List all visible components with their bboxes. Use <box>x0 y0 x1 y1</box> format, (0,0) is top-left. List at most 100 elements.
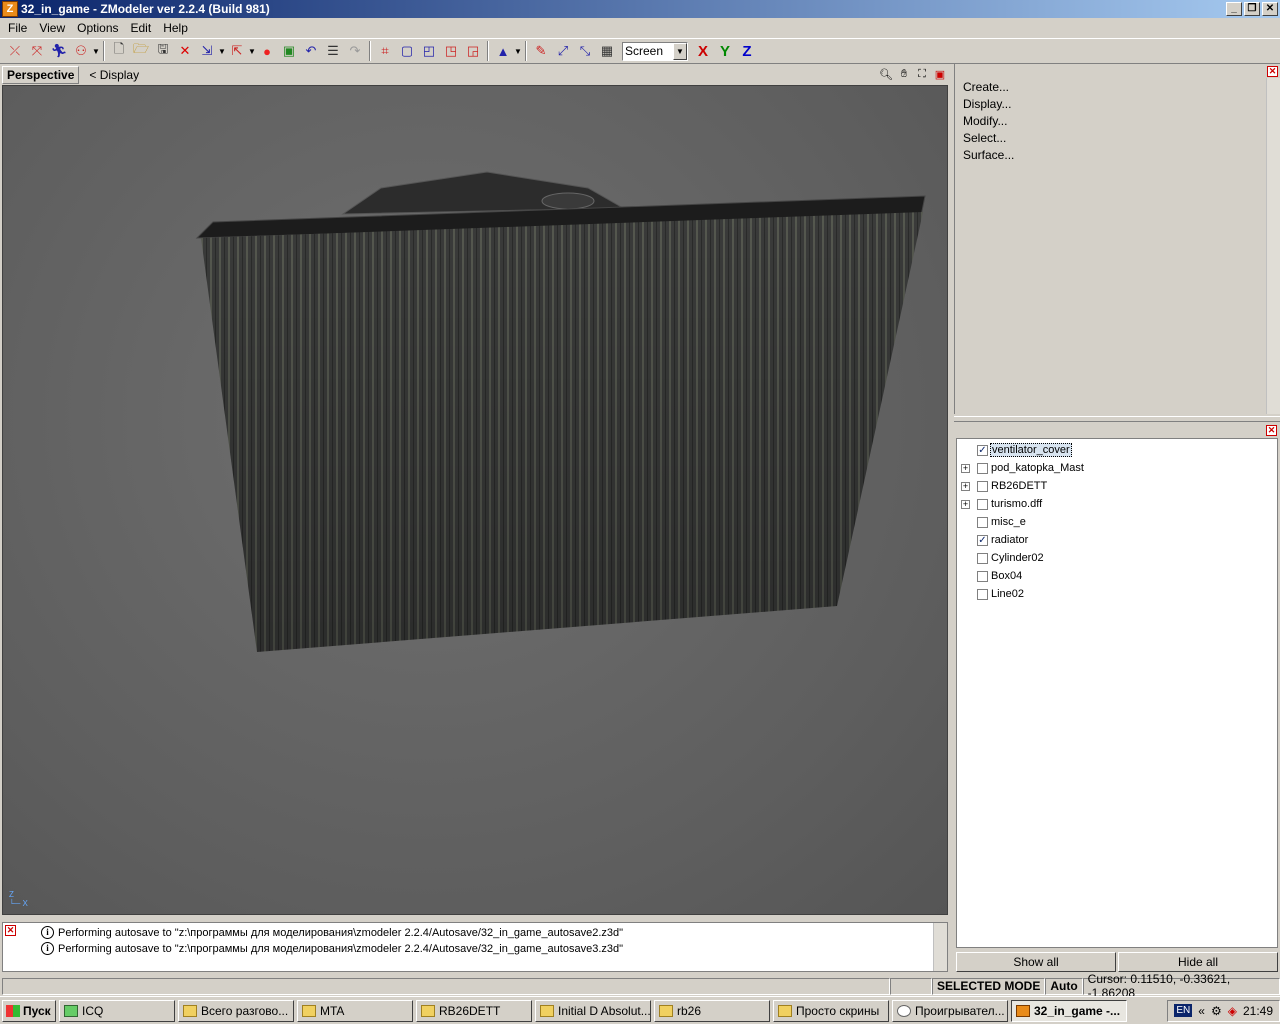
expand-plus-icon[interactable]: + <box>961 499 970 509</box>
object-visible-checkbox[interactable] <box>977 588 988 600</box>
object-visible-checkbox[interactable] <box>977 570 988 582</box>
object-row[interactable]: + turismo.dff <box>957 495 1277 513</box>
taskbar-item[interactable]: rb26 <box>654 999 770 1022</box>
tray-expand-icon[interactable]: « <box>1198 1004 1205 1018</box>
axis-y-toggle[interactable]: Y <box>714 43 736 60</box>
object-visible-checkbox[interactable] <box>977 498 988 510</box>
grid-icon[interactable]: ▦ <box>596 40 618 62</box>
command-modify[interactable]: Modify... <box>963 114 1014 131</box>
3d-viewport[interactable]: Z └─ X <box>2 85 948 915</box>
taskbar-item[interactable]: Initial D Absolut... <box>535 999 651 1022</box>
language-indicator[interactable]: EN <box>1174 1004 1193 1017</box>
taskbar-item[interactable]: RB26DETT <box>416 999 532 1022</box>
object-name: ventilator_cover <box>990 443 1072 457</box>
close-viewport-icon[interactable]: ▣ <box>932 68 948 81</box>
dropdown-arrow-icon[interactable]: ▼ <box>248 47 256 56</box>
axis-move-icon[interactable]: ⤢ <box>552 40 574 62</box>
box-mode-icon[interactable]: ▢ <box>396 40 418 62</box>
object-visible-checkbox[interactable] <box>977 480 988 492</box>
menu-options[interactable]: Options <box>71 21 124 35</box>
panel-splitter[interactable] <box>954 416 1280 422</box>
object-row[interactable]: ✓ ventilator_cover <box>957 441 1277 459</box>
save-icon[interactable]: 🖫 <box>152 40 174 62</box>
menu-edit[interactable]: Edit <box>125 21 158 35</box>
taskbar-item[interactable]: Проигрывател... <box>892 999 1008 1022</box>
command-display[interactable]: Display... <box>963 97 1014 114</box>
taskbar-item-active[interactable]: 32_in_game -... <box>1011 999 1127 1022</box>
image-icon[interactable]: ▣ <box>278 40 300 62</box>
log-scrollbar[interactable] <box>933 923 947 971</box>
command-surface[interactable]: Surface... <box>963 148 1014 165</box>
hide-all-button[interactable]: Hide all <box>1118 952 1278 972</box>
move-tool-icon[interactable]: ⤧ <box>26 40 48 62</box>
multi-tool-icon[interactable]: ⚇ <box>70 40 92 62</box>
object-visible-checkbox[interactable] <box>977 462 988 474</box>
object-row[interactable]: Box04 <box>957 567 1277 585</box>
menu-file[interactable]: File <box>2 21 33 35</box>
viewport-perspective-label[interactable]: Perspective <box>2 65 80 84</box>
object-visible-checkbox[interactable]: ✓ <box>977 534 988 546</box>
menu-view[interactable]: View <box>33 21 71 35</box>
tray-tools-icon[interactable]: ⚙ <box>1211 1004 1222 1018</box>
object-row[interactable]: Line02 <box>957 585 1277 603</box>
import-icon[interactable]: ⇲ <box>196 40 218 62</box>
object-row[interactable]: + pod_katopka_Mast <box>957 459 1277 477</box>
restore-button[interactable]: ❐ <box>1244 2 1260 16</box>
dropdown-arrow-icon[interactable]: ▼ <box>218 47 226 56</box>
document-icon[interactable]: ☰ <box>322 40 344 62</box>
close-objects-panel-icon[interactable]: ✕ <box>1266 425 1277 436</box>
object-row[interactable]: + RB26DETT <box>957 477 1277 495</box>
taskbar-item[interactable]: ICQ <box>59 999 175 1022</box>
task-label: RB26DETT <box>439 1003 501 1018</box>
maximize-viewport-icon[interactable]: ⛶ <box>914 68 930 81</box>
walk-tool-icon[interactable]: 🏃︎ <box>48 40 70 62</box>
show-all-button[interactable]: Show all <box>956 952 1116 972</box>
axis-z-toggle[interactable]: Z <box>736 43 758 60</box>
expand-plus-icon[interactable]: + <box>961 481 970 491</box>
minimize-button[interactable]: _ <box>1226 2 1242 16</box>
paint-icon[interactable]: ✎ <box>530 40 552 62</box>
group-mode-icon[interactable]: ◲ <box>462 40 484 62</box>
dropdown-arrow-icon[interactable]: ▼ <box>92 47 100 56</box>
dropdown-arrow-icon[interactable]: ▼ <box>514 47 522 56</box>
object-row[interactable]: Cylinder02 <box>957 549 1277 567</box>
object-mode-icon[interactable]: ◳ <box>440 40 462 62</box>
delete-icon[interactable]: ✕ <box>174 40 196 62</box>
object-visible-checkbox[interactable]: ✓ <box>977 444 988 456</box>
object-row[interactable]: ✓ radiator <box>957 531 1277 549</box>
command-panel-scrollbar[interactable] <box>1266 78 1280 414</box>
taskbar-item[interactable]: Всего разгово... <box>178 999 294 1022</box>
undo-icon[interactable]: ↶ <box>300 40 322 62</box>
export-icon[interactable]: ⇱ <box>226 40 248 62</box>
arrow-up-icon[interactable]: ▲ <box>492 40 514 62</box>
object-visible-checkbox[interactable] <box>977 516 988 528</box>
close-panel-icon[interactable]: ✕ <box>1267 66 1278 77</box>
close-log-icon[interactable]: ✕ <box>5 925 16 936</box>
taskbar-item[interactable]: Просто скрины <box>773 999 889 1022</box>
tray-antivirus-icon[interactable]: ◈ <box>1228 1004 1237 1018</box>
open-folder-icon[interactable]: 🗁 <box>130 40 152 62</box>
command-select[interactable]: Select... <box>963 131 1014 148</box>
expand-plus-icon[interactable]: + <box>961 463 970 473</box>
menu-help[interactable]: Help <box>157 21 194 35</box>
pan-hand-icon[interactable]: ✋︎ <box>896 68 912 81</box>
close-button[interactable]: ✕ <box>1262 2 1278 16</box>
viewport-display-link[interactable]: < Display <box>89 68 139 82</box>
zoom-icon[interactable]: 🔍︎ <box>878 68 894 81</box>
new-file-icon[interactable]: 🗋 <box>108 40 130 62</box>
select-tool-icon[interactable]: ⤫ <box>4 40 26 62</box>
record-icon[interactable]: ● <box>256 40 278 62</box>
axis-x-toggle[interactable]: X <box>692 43 714 60</box>
taskbar-item[interactable]: MTA <box>297 999 413 1022</box>
coordinate-space-select[interactable]: Screen ▼ <box>622 41 688 61</box>
object-row[interactable]: misc_e <box>957 513 1277 531</box>
vertex-mode-icon[interactable]: ⌗ <box>374 40 396 62</box>
chevron-down-icon[interactable]: ▼ <box>673 42 687 60</box>
command-create[interactable]: Create... <box>963 80 1014 97</box>
object-visible-checkbox[interactable] <box>977 552 988 564</box>
start-button[interactable]: Пуск <box>2 999 56 1022</box>
axis-scale-icon[interactable]: ⤡ <box>574 40 596 62</box>
redo-icon[interactable]: ↷ <box>344 40 366 62</box>
cube-mode-icon[interactable]: ◰ <box>418 40 440 62</box>
zmodeler-app-icon[interactable]: Z <box>2 1 18 17</box>
